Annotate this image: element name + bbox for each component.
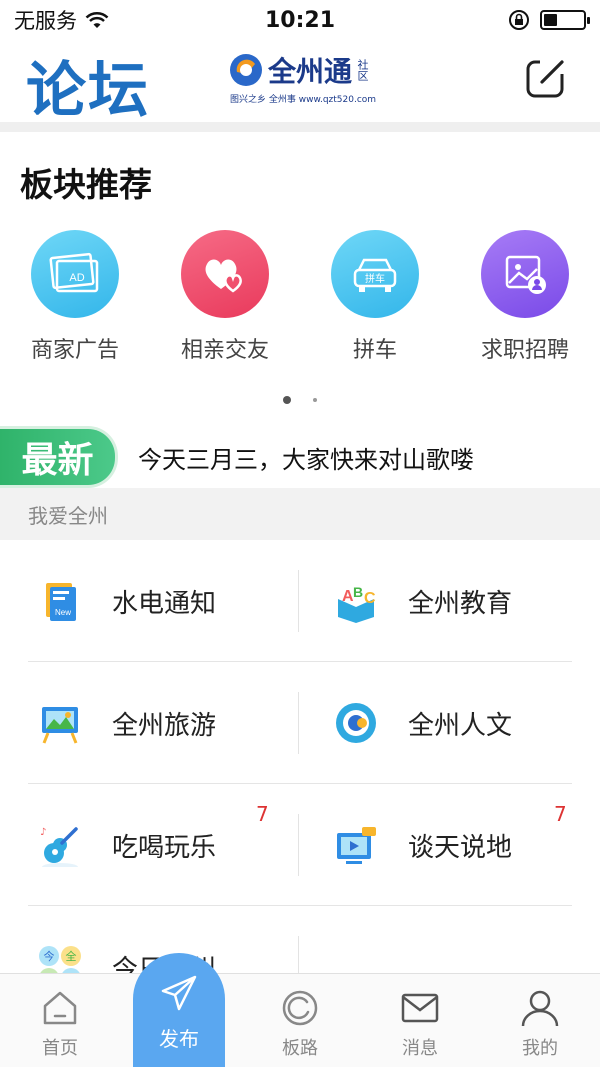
publish-button[interactable]: 发布 xyxy=(133,953,225,1067)
notebook-icon: New xyxy=(38,579,82,623)
forum-label: 全州教育 xyxy=(408,588,513,619)
forum-label: 水电通知 xyxy=(112,588,217,619)
forum-label: 全州人文 xyxy=(408,710,513,741)
nav-mine[interactable]: 我的 xyxy=(480,988,600,1060)
monitor-icon xyxy=(334,823,378,867)
bottom-nav: 首页 板路 消息 我的 xyxy=(0,973,600,1067)
category-dating[interactable]: 相亲交友 xyxy=(150,230,300,364)
forum-row: ♪ 吃喝玩乐 7 谈天说地 7 xyxy=(28,784,572,906)
column-divider xyxy=(298,814,299,876)
forum-row: New 水电通知 A B C 全州教育 xyxy=(28,540,572,662)
forum-row: 全州旅游 全州人文 xyxy=(28,662,572,784)
svg-text:今: 今 xyxy=(44,949,55,963)
column-divider xyxy=(298,692,299,754)
mail-icon xyxy=(401,993,439,1023)
status-bar: 无服务 10:21 xyxy=(0,0,600,40)
svg-text:♪: ♪ xyxy=(40,827,46,838)
category-carpool-circle: 拼车 xyxy=(331,230,419,318)
forum-item-utilities[interactable]: New 水电通知 xyxy=(38,540,298,662)
pager-dot[interactable] xyxy=(313,398,317,402)
nav-home[interactable]: 首页 xyxy=(0,988,120,1060)
nav-boards[interactable]: 板路 xyxy=(240,988,360,1060)
forum-label: 谈天说地 xyxy=(408,832,513,863)
category-carpool[interactable]: 拼车 拼车 xyxy=(300,230,450,364)
brand-suffix: 社区 xyxy=(356,59,370,81)
boards-icon xyxy=(282,990,318,1026)
hearts-icon xyxy=(205,259,242,293)
page-title: 论坛 xyxy=(26,56,150,126)
abc-icon: A B C xyxy=(334,579,378,623)
status-right xyxy=(386,9,590,31)
forum-item-chat[interactable]: 谈天说地 7 xyxy=(334,784,574,906)
status-time: 10:21 xyxy=(264,7,336,33)
brand-name: 全州通 xyxy=(268,55,353,88)
circle-icon xyxy=(334,701,378,745)
forum-label: 全州旅游 xyxy=(112,710,217,741)
section-title-recommend: 板块推荐 xyxy=(20,165,152,204)
carrier-text: 无服务 xyxy=(14,9,77,33)
brand-mark-icon xyxy=(230,54,262,86)
rotation-lock-icon xyxy=(509,10,529,30)
category-dating-label: 相亲交友 xyxy=(180,338,269,363)
svg-text:B: B xyxy=(353,584,363,600)
category-ads-label: 商家广告 xyxy=(30,338,119,363)
forum-item-culture[interactable]: 全州人文 xyxy=(334,662,574,784)
latest-badge: 最新 xyxy=(0,426,118,488)
svg-text:全: 全 xyxy=(66,949,77,963)
car-icon: 拼车 xyxy=(353,258,397,292)
nav-messages[interactable]: 消息 xyxy=(360,988,480,1060)
column-divider xyxy=(298,570,299,632)
forum-item-travel[interactable]: 全州旅游 xyxy=(38,662,298,784)
job-icon xyxy=(505,255,546,294)
battery-icon xyxy=(540,10,590,30)
paper-plane-icon xyxy=(161,975,197,1011)
wifi-icon xyxy=(85,11,109,28)
forum-item-education[interactable]: A B C 全州教育 xyxy=(334,540,574,662)
unread-count-badge: 7 xyxy=(554,802,567,826)
status-left: 无服务 xyxy=(14,5,214,35)
category-jobs[interactable]: 求职招聘 xyxy=(450,230,600,364)
publish-label: 发布 xyxy=(159,1027,199,1051)
news-headline[interactable]: 今天三月三，大家快来对山歌喽 xyxy=(138,440,474,475)
easel-icon xyxy=(38,701,82,745)
nav-messages-label: 消息 xyxy=(402,1038,438,1059)
forum-grid: New 水电通知 A B C 全州教育 全州旅游 全州人文 ♪ 吃喝玩乐 7 谈… xyxy=(0,540,600,1028)
category-dating-circle xyxy=(181,230,269,318)
pager-dot-active[interactable] xyxy=(283,396,291,404)
svg-text:AD: AD xyxy=(69,272,84,284)
brand-slogan: 图兴之乡 全州事 www.qzt520.com xyxy=(230,95,377,105)
category-ads[interactable]: AD 商家广告 xyxy=(0,230,150,364)
battery-level xyxy=(544,14,557,26)
guitar-icon: ♪ xyxy=(38,823,82,867)
svg-text:拼车: 拼车 xyxy=(365,272,385,285)
header-divider xyxy=(0,122,600,132)
forum-item-food-fun[interactable]: ♪ 吃喝玩乐 7 xyxy=(38,784,298,906)
user-icon xyxy=(521,990,559,1027)
unread-count-badge: 7 xyxy=(256,802,269,826)
svg-text:New: New xyxy=(55,608,71,617)
category-jobs-circle xyxy=(481,230,569,318)
nav-boards-label: 板路 xyxy=(282,1038,318,1059)
carousel-pager xyxy=(0,396,600,404)
ad-icon: AD xyxy=(49,252,99,293)
brand-logo: 全州通 社区 图兴之乡 全州事 www.qzt520.com xyxy=(228,50,376,105)
nav-mine-label: 我的 xyxy=(522,1038,558,1059)
svg-text:C: C xyxy=(364,590,376,607)
category-jobs-label: 求职招聘 xyxy=(480,338,569,363)
forum-label: 吃喝玩乐 xyxy=(112,832,217,863)
nav-home-label: 首页 xyxy=(42,1038,78,1059)
app-header: 论坛 全州通 社区 图兴之乡 全州事 www.qzt520.com xyxy=(0,40,600,126)
category-carousel: AD 商家广告 相亲交友 拼车 拼车 求职招聘 xyxy=(0,230,600,370)
category-carpool-label: 拼车 xyxy=(352,338,397,363)
group-header: 我爱全州 xyxy=(0,488,600,540)
home-icon xyxy=(43,991,77,1025)
category-ads-circle: AD xyxy=(31,230,119,318)
compose-button[interactable] xyxy=(522,54,570,102)
news-ticker[interactable]: 最新 今天三月三，大家快来对山歌喽 xyxy=(0,426,600,488)
